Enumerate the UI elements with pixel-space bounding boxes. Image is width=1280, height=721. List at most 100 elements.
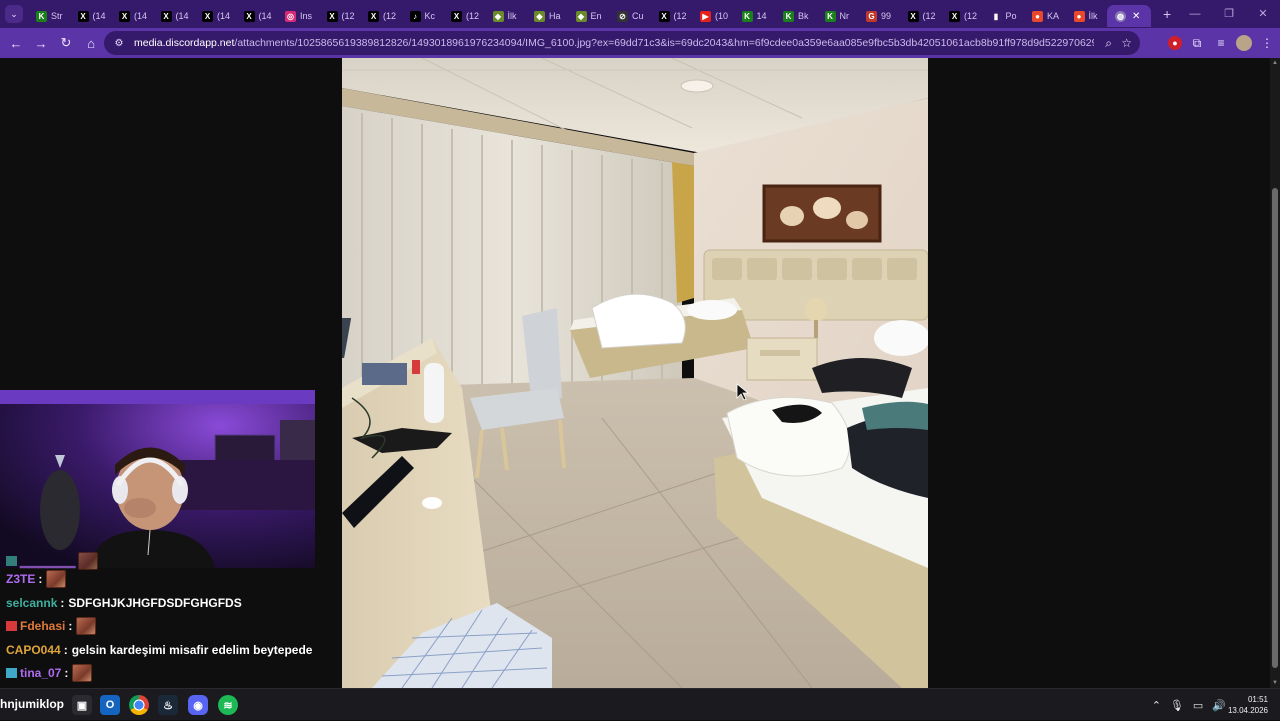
browser-tab[interactable]: ● İlk [1066,5,1108,27]
chrome-icon[interactable] [129,695,149,715]
back-icon[interactable]: ← [4,31,28,55]
browser-tab[interactable]: ● KA [1024,5,1066,27]
close-window-icon[interactable]: ✕ [1246,0,1280,28]
chat-username[interactable]: Fdehasi [20,619,65,633]
page-scrollbar[interactable]: ▲ ▼ [1270,58,1280,688]
extension-icon[interactable]: ● [1168,36,1182,50]
tab-title: (14 [134,11,148,21]
browser-tab[interactable]: K Bk [775,5,817,27]
browser-tab[interactable]: ♪ Kc [402,5,444,27]
outlook-icon[interactable]: O [100,695,120,715]
windows-taskbar: hnjumiklop ▣ O ♨ ◉ ≋ ⌃ 🎙 ▭ 🔊 01:51 13.04… [0,688,1280,720]
clock-time: 01:51 [1247,695,1268,704]
microphone-icon[interactable]: 🎙 [1170,699,1184,712]
reload-icon[interactable]: ↻ [54,31,78,55]
eksi-icon: ◆ [575,10,587,22]
steam-icon[interactable]: ♨ [158,695,178,715]
spotify-icon[interactable]: ≋ [218,695,238,715]
tab-title: (14 [175,11,189,21]
browser-tab[interactable]: ◆ Ha [526,5,568,27]
browser-tab[interactable]: ◎ Ins [277,5,319,27]
maximize-icon[interactable]: ❐ [1212,0,1246,28]
tab-title: Kc [424,11,436,21]
home-icon[interactable]: ⌂ [79,31,103,55]
zoom-icon[interactable]: ⌕ [1105,36,1112,51]
menu-kebab-icon[interactable]: ⋮ [1258,34,1276,52]
reddit-icon: ● [1073,10,1085,22]
x-icon: X [907,10,919,22]
x-icon: X [243,10,255,22]
x-icon: X [119,10,130,22]
tray-overflow-icon[interactable]: ⌃ [1152,699,1161,712]
browser-tab[interactable]: X (14 [236,5,278,27]
chat-message: selcannk: SDFGHJKJHGFDSDFGHGFDS [6,592,242,614]
browser-tab[interactable]: K 14 [734,5,776,27]
browser-tab[interactable]: X (12 [360,5,402,27]
scroll-up-icon[interactable]: ▲ [1272,60,1278,66]
close-tab-icon[interactable]: ✕ [1132,11,1140,22]
eksi-icon: ◆ [492,10,504,22]
browser-tab[interactable]: ⊘ Cu [609,5,651,27]
browser-tab-active[interactable]: ◍ ✕ [1107,5,1151,27]
browser-toolbar: ← → ↻ ⌂ ⚙ media.discordapp.net/attachmen… [0,28,1280,58]
chat-username[interactable]: selcannk [6,596,57,610]
chat-message: CAPO044: gelsin kardeşimi misafir edelim … [6,639,312,661]
hotel-room-photo[interactable] [342,58,928,688]
volume-icon[interactable]: 🔊 [1212,699,1226,712]
browser-tab[interactable]: ▶ (10 [692,5,734,27]
chat-badge-icon [6,556,17,566]
browser-tab[interactable]: X (12 [900,5,942,27]
browser-tab[interactable]: K Str [28,5,70,27]
url-text[interactable]: media.discordapp.net/attachments/1025865… [134,37,1094,49]
profile-avatar[interactable] [1236,35,1252,51]
minimize-icon[interactable]: — [1178,0,1212,28]
chat-username[interactable]: tina_07 [20,666,61,680]
tab-title: (14 [217,11,231,21]
tab-title: KA [1047,11,1060,21]
browser-tab[interactable]: ▮ Po [983,5,1025,27]
browser-tab[interactable]: K Nr [817,5,859,27]
tab-title: (14 [258,11,272,21]
browser-tab[interactable]: X (14 [70,5,112,27]
discord-icon[interactable]: ◉ [188,695,208,715]
taskbar-clock[interactable]: 01:51 13.04.2026 [1228,694,1268,716]
forward-icon[interactable]: → [29,31,53,55]
scroll-down-icon[interactable]: ▼ [1272,680,1278,686]
browser-tab[interactable]: X (12 [319,5,361,27]
browser-tab[interactable]: X (12 [443,5,485,27]
globe-icon: ◍ [1115,10,1126,22]
scroll-thumb[interactable] [1272,188,1278,668]
browser-tab[interactable]: X (14 [153,5,195,27]
chat-username[interactable]: Z3TE [6,572,35,586]
browser-tab[interactable]: ◆ İlk [485,5,527,27]
browser-tab[interactable]: X (12 [651,5,693,27]
x-icon: X [202,10,213,22]
tiktok-icon: ♪ [409,10,421,22]
media-control-icon[interactable]: ≡ [1212,34,1230,52]
browser-tab[interactable]: X (14 [194,5,236,27]
chat-text: SDFGHJKJHGFDSDFGHGFDS [68,595,242,610]
chat-emote [76,617,97,635]
extensions-puzzle-icon[interactable]: ⧉ [1188,34,1206,52]
address-bar[interactable]: ⚙ media.discordapp.net/attachments/10258… [104,31,1140,55]
url-path: /attachments/1025865619389812826/1493018… [234,37,1094,49]
tab-title: İlk [1088,11,1098,21]
new-tab-button[interactable]: + [1163,6,1171,22]
site-info-icon[interactable]: ⚙ [112,36,126,50]
tab-title: 14 [756,11,767,21]
tab-title: Bk [798,11,809,21]
tab-title: (12 [922,11,936,21]
tab-search-icon[interactable]: ⌄ [5,5,23,23]
store-icon[interactable]: ▣ [72,695,92,715]
bookmark-star-icon[interactable]: ☆ [1121,36,1132,50]
chat-separator: : [63,642,68,657]
browser-tab[interactable]: X (14 [111,5,153,27]
browser-tab[interactable]: X (12 [941,5,983,27]
browser-tab[interactable]: G 99 [858,5,900,27]
reddit-icon: ● [1032,10,1043,22]
kick-icon: K [36,10,47,22]
chat-separator: : [38,572,43,586]
chat-username[interactable]: CAPO044 [6,643,61,657]
browser-tab[interactable]: ◆ En [568,5,610,27]
network-icon[interactable]: ▭ [1193,699,1203,712]
